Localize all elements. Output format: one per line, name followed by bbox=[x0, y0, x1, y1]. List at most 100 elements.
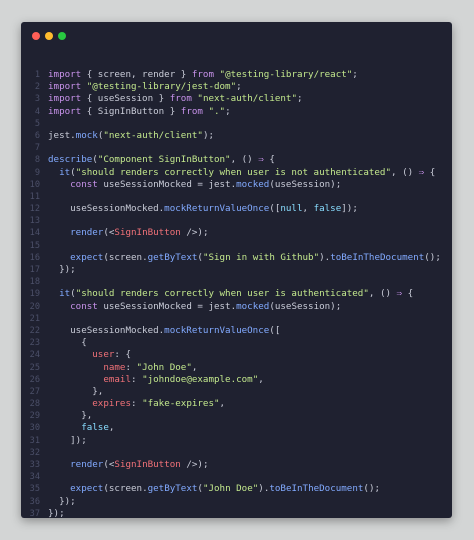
line-number: 1 bbox=[34, 70, 40, 80]
line-source: import { useSession } from "next-auth/cl… bbox=[48, 93, 303, 105]
line-number: 15 bbox=[29, 240, 40, 251]
line-number: 14 bbox=[29, 228, 40, 239]
code-line: 37}); bbox=[21, 508, 452, 518]
code-line: 27 }, bbox=[21, 386, 452, 398]
code-token-tok: (useSession); bbox=[269, 178, 342, 190]
code-token-str: "fake-expires" bbox=[142, 398, 220, 410]
line-number: 23 bbox=[29, 338, 40, 349]
code-token-tok: ; bbox=[296, 93, 303, 105]
code-line: 20 const useSessionMocked = jest.mocked(… bbox=[21, 301, 452, 313]
code-line: 23 { bbox=[21, 337, 452, 349]
code-line: 21 bbox=[21, 313, 452, 325]
code-token-tok bbox=[48, 288, 59, 299]
code-token-tok: , bbox=[258, 373, 264, 385]
code-token-str: "Sign in with Github" bbox=[202, 251, 320, 263]
code-token-fn: it bbox=[59, 288, 71, 300]
code-token-fn: mocked bbox=[236, 300, 270, 312]
code-line: 6 jest.mock("next-auth/client"); bbox=[21, 130, 452, 142]
code-token-tok: }); bbox=[48, 495, 76, 507]
code-token-tok: ). bbox=[258, 483, 270, 495]
code-window: 1 import { screen, render } from "@testin… bbox=[21, 22, 452, 518]
line-number: 20 bbox=[29, 301, 40, 312]
code-token-str: "John Doe" bbox=[136, 361, 192, 373]
code-token-fn: expect bbox=[70, 483, 104, 495]
code-token-fn: mockReturnValueOnce bbox=[164, 324, 270, 336]
code-token-fn: expect bbox=[70, 251, 104, 263]
line-source: jest.mock("next-auth/client"); bbox=[48, 130, 214, 142]
code-token-tok: { bbox=[424, 166, 436, 178]
code-token-str: "Component SignInButton" bbox=[97, 154, 231, 166]
code-line: 31 ]); bbox=[21, 435, 452, 447]
code-token-lit: false bbox=[313, 203, 342, 215]
code-line: 5 bbox=[21, 118, 452, 130]
line-number: 27 bbox=[29, 386, 40, 397]
code-token-tok bbox=[48, 301, 70, 312]
line-source: const useSessionMocked = jest.mocked(use… bbox=[48, 179, 341, 191]
code-token-tok bbox=[48, 362, 103, 373]
code-line: 25 name: "John Doe", bbox=[21, 362, 452, 374]
code-token-fn: mock bbox=[75, 129, 98, 141]
code-token-tok bbox=[48, 179, 70, 190]
line-number: 26 bbox=[29, 374, 40, 385]
code-token-tok: useSessionMocked = jest. bbox=[97, 300, 237, 312]
code-token-tok: { screen, render } bbox=[81, 69, 192, 80]
line-source: user: { bbox=[48, 349, 131, 361]
code-token-fn: toBeInTheDocument bbox=[269, 483, 364, 495]
minimize-window-dot-icon[interactable] bbox=[45, 32, 53, 40]
code-token-tok: />); bbox=[180, 227, 209, 239]
code-token-str: "John Doe" bbox=[202, 483, 259, 495]
code-token-tok bbox=[48, 227, 70, 238]
code-line: 30 false, bbox=[21, 422, 452, 434]
line-number: 35 bbox=[29, 484, 40, 495]
line-number: 28 bbox=[29, 399, 40, 410]
code-token-tok: ; bbox=[236, 81, 242, 93]
line-number: 32 bbox=[29, 447, 40, 458]
code-token-tok: }, bbox=[48, 385, 104, 397]
line-number: 3 bbox=[34, 94, 40, 105]
code-token-tok: useSessionMocked. bbox=[48, 324, 165, 336]
code-token-fn: describe bbox=[48, 154, 93, 166]
code-token-tok bbox=[48, 167, 59, 178]
code-line: 8 describe("Component SignInButton", () ⇒… bbox=[21, 154, 452, 166]
code-line: 10 const useSessionMocked = jest.mocked(… bbox=[21, 179, 452, 191]
code-token-prop: name bbox=[103, 361, 126, 373]
code-token-tok bbox=[48, 374, 103, 385]
code-token-kw: from bbox=[191, 69, 214, 80]
code-token-tok: ; bbox=[225, 105, 231, 117]
code-token-tok: ); bbox=[202, 129, 215, 141]
line-source: name: "John Doe", bbox=[48, 362, 197, 374]
code-token-str: "@testing-library/react" bbox=[219, 69, 353, 80]
maximize-window-dot-icon[interactable] bbox=[58, 32, 66, 40]
close-window-dot-icon[interactable] bbox=[32, 32, 40, 40]
window-titlebar bbox=[21, 22, 452, 48]
code-token-tok: ([ bbox=[269, 203, 281, 215]
code-line: 33 render(<SignInButton />); bbox=[21, 459, 452, 471]
line-number: 13 bbox=[29, 216, 40, 227]
code-token-tok bbox=[48, 349, 92, 360]
code-token-tok: , bbox=[108, 422, 115, 434]
code-token-tok: jest. bbox=[48, 129, 76, 141]
line-source: expect(screen.getByText("Sign in with Gi… bbox=[48, 252, 441, 264]
code-token-str: "should renders correctly when user is a… bbox=[75, 288, 369, 300]
line-source: }); bbox=[48, 508, 65, 518]
line-source: }); bbox=[48, 496, 76, 508]
code-line: 19 it("should renders correctly when use… bbox=[21, 288, 452, 300]
line-source: render(<SignInButton />); bbox=[48, 227, 208, 239]
line-number: 12 bbox=[29, 204, 40, 215]
code-token-tok: , bbox=[219, 398, 226, 410]
code-token-tok: , bbox=[191, 361, 198, 373]
line-number: 11 bbox=[29, 191, 40, 202]
line-source: expires: "fake-expires", bbox=[48, 398, 225, 410]
code-token-tok: (); bbox=[424, 251, 441, 263]
code-line: 4 import { SignInButton } from "."; bbox=[21, 106, 452, 118]
line-source: { bbox=[48, 337, 87, 349]
code-token-kw: from bbox=[180, 105, 203, 117]
code-token-fn: render bbox=[70, 459, 104, 470]
code-token-kw: import bbox=[48, 93, 82, 105]
code-token-str: "." bbox=[208, 105, 226, 117]
code-token-prop: email bbox=[103, 373, 131, 385]
line-number: 21 bbox=[29, 313, 40, 324]
code-token-tok: />); bbox=[180, 459, 209, 470]
line-source: describe("Component SignInButton", () ⇒ … bbox=[48, 154, 275, 166]
code-line: 35 expect(screen.getByText("John Doe").t… bbox=[21, 483, 452, 495]
